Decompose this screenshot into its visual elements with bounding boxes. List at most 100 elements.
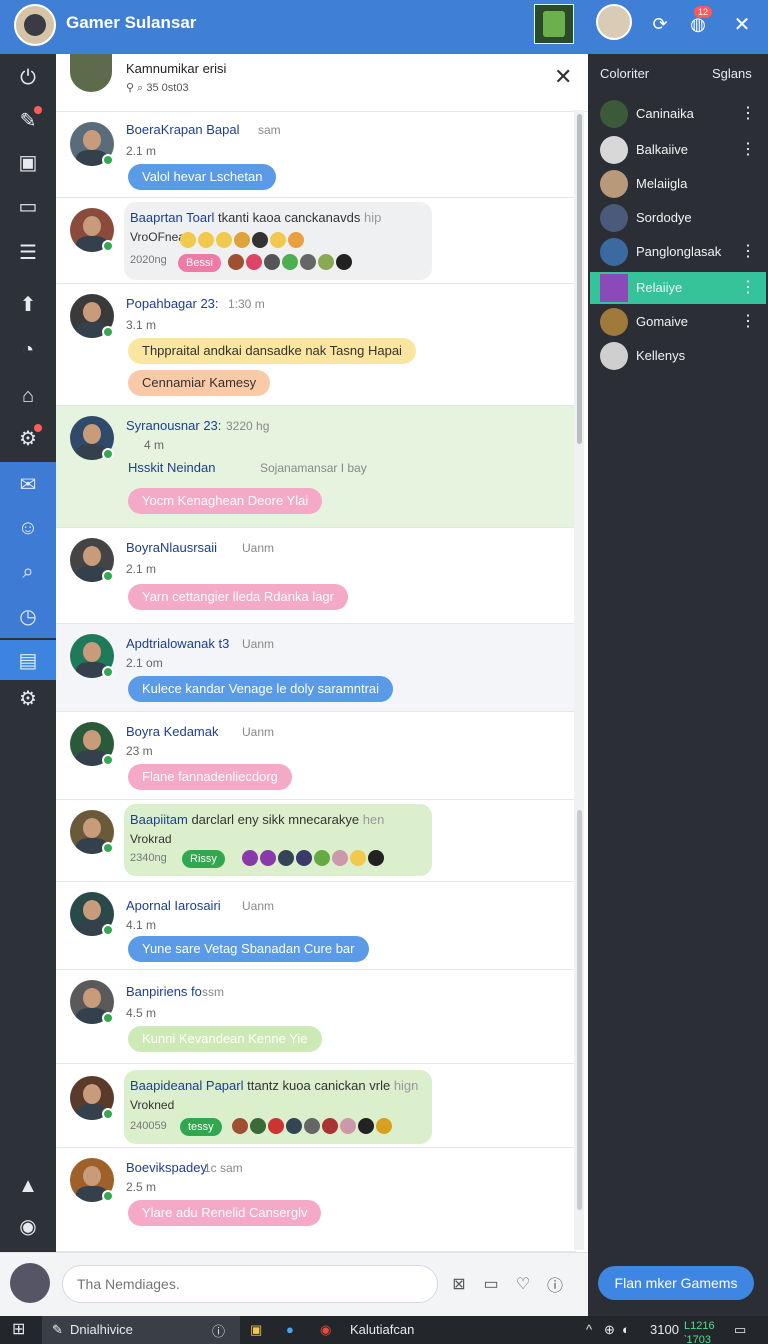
message-author: BoeraKrapan Bapal bbox=[126, 122, 240, 137]
online-badge bbox=[102, 754, 114, 766]
chevron-up-icon[interactable]: ^ bbox=[586, 1320, 592, 1340]
list-icon[interactable]: ☰ bbox=[0, 232, 56, 272]
message-pill[interactable]: Thppraital andkai dansadke nak Tasng Hap… bbox=[128, 338, 416, 364]
app-title: Gamer Sulansar bbox=[66, 13, 197, 32]
close-icon[interactable]: ✕ bbox=[728, 10, 756, 38]
list-item[interactable]: Baaprtan Toarl tkanti kaoa canckanavds h… bbox=[56, 198, 576, 284]
chat-avatar[interactable] bbox=[70, 54, 112, 92]
message-time: 1c sam bbox=[204, 1161, 243, 1175]
notification-dot bbox=[34, 424, 42, 432]
message-bubble[interactable]: Baaprtan Toarl tkanti kaoa canckanavds h… bbox=[124, 202, 432, 280]
message-pill[interactable]: Cennamiar Kamesy bbox=[128, 370, 271, 396]
game-tag[interactable]: tessy bbox=[180, 1118, 222, 1136]
game-tag[interactable]: Rissy bbox=[182, 850, 225, 868]
profile-icon[interactable]: ✎ bbox=[0, 100, 56, 140]
list-item[interactable]: Syranousnar 23: 3220 hg 4 m Hsskit Neind… bbox=[56, 406, 576, 528]
more-icon[interactable]: ⋮ bbox=[740, 139, 756, 159]
more-icon[interactable]: ⋮ bbox=[740, 241, 756, 261]
network-icon[interactable]: ⊕ bbox=[604, 1320, 615, 1340]
clock-icon[interactable]: ◔ bbox=[0, 330, 56, 370]
list-item[interactable]: BoyraNlausrsaii Uanm 2.1 m Yarn cettangi… bbox=[56, 528, 576, 624]
list-item[interactable]: Banpiriens fo ssm 4.5 m Kunni Kevandean … bbox=[56, 970, 576, 1064]
message-meta: 23 m bbox=[126, 744, 153, 758]
tab-sglans[interactable]: Sglans bbox=[712, 66, 752, 81]
bot-icon[interactable]: ☺ bbox=[0, 508, 56, 548]
message-input[interactable] bbox=[62, 1265, 438, 1303]
contact-item[interactable]: Caninaika ⋮ bbox=[590, 98, 766, 130]
game-tag[interactable]: Bessi bbox=[178, 254, 221, 272]
search-icon[interactable]: ⌕ bbox=[0, 552, 56, 592]
message-pill[interactable]: Kulece kandar Venage le doly saramntrai bbox=[128, 676, 394, 702]
message-pill[interactable]: Yarn cettangier lleda Rdanka lagr bbox=[128, 584, 348, 610]
list-item[interactable]: Boyra Kedamak Uanm 23 m Flane fannadenli… bbox=[56, 712, 576, 800]
list-item[interactable]: Popahbagar 23: 1:30 m 3.1 m Thppraital a… bbox=[56, 284, 576, 406]
taskbar-search[interactable]: ✎ Dnialhivice ⓘ bbox=[42, 1316, 240, 1344]
sync-icon[interactable]: ⟳ bbox=[646, 10, 674, 38]
upload-icon[interactable]: ⬆ bbox=[0, 284, 56, 324]
message-pill[interactable]: Flane fannadenliecdorg bbox=[128, 764, 292, 790]
more-icon[interactable]: ⋮ bbox=[740, 103, 756, 123]
start-icon[interactable]: ⊞ bbox=[12, 1320, 25, 1340]
contact-item[interactable]: Melaiigla bbox=[590, 168, 766, 200]
message-pill[interactable]: Ylare adu Renelid Canserglv bbox=[128, 1200, 322, 1226]
clock-line-b: ‵1703 bbox=[684, 1334, 711, 1344]
left-rail: ⏻ ✎ ▣ ▭ ☰ ⬆ ◔ ⌂ ⚙ ✉ ☺ ⌕ ◷ ▤ ⚙ ▲ ◉ bbox=[0, 54, 56, 1316]
cta-button[interactable]: Flan mker Gamems bbox=[598, 1266, 754, 1300]
chat-scrollbar[interactable] bbox=[574, 110, 584, 1250]
app-logo[interactable] bbox=[14, 4, 56, 46]
folder-icon[interactable]: ▣ bbox=[250, 1320, 262, 1340]
search-icon[interactable]: ⌕ bbox=[137, 82, 143, 94]
power-icon[interactable]: ⏻ bbox=[0, 58, 56, 98]
contact-item[interactable]: Gomaive ⋮ bbox=[590, 306, 766, 338]
monitor-icon[interactable]: ▭ bbox=[0, 186, 56, 226]
message-bubble[interactable]: Baapiitam darclarl eny sikk mnecarakye h… bbox=[124, 804, 432, 876]
list-item[interactable]: Boevikspadey 1c sam 2.5 m Ylare adu Rene… bbox=[56, 1148, 576, 1252]
home-icon[interactable]: ⌂ bbox=[0, 376, 56, 416]
game-thumbnail[interactable] bbox=[534, 4, 574, 44]
keyboard-icon[interactable]: ▭ bbox=[480, 1273, 502, 1295]
close-chat-icon[interactable]: ✕ bbox=[554, 64, 572, 90]
attach-icon[interactable]: ⊠ bbox=[448, 1273, 470, 1295]
bubble-sub: Vrokrad bbox=[130, 832, 172, 846]
list-item[interactable]: Baapideanal Paparl ttantz kuoa canickan … bbox=[56, 1064, 576, 1148]
contact-item-active[interactable]: Relaiiye ⋮ bbox=[590, 272, 766, 304]
list-item[interactable]: BoeraKrapan Bapal sam 2.1 m Valol hevar … bbox=[56, 112, 576, 198]
contact-item[interactable]: Kellenys bbox=[590, 340, 766, 372]
contact-item[interactable]: Sordodye bbox=[590, 202, 766, 234]
upload-small-icon[interactable]: ▲ bbox=[0, 1166, 56, 1206]
inbox-icon[interactable]: ▣ bbox=[0, 142, 56, 182]
more-icon[interactable]: ⋮ bbox=[740, 311, 756, 331]
more-icon[interactable]: ⋮ bbox=[740, 277, 756, 297]
history-icon[interactable]: ◷ bbox=[0, 596, 56, 636]
online-badge bbox=[102, 448, 114, 460]
list-item[interactable]: Baapiitam darclarl eny sikk mnecarakye h… bbox=[56, 800, 576, 882]
right-panel: Coloriter Sglans Caninaika ⋮ Balkaiive ⋮ M… bbox=[588, 54, 768, 1316]
heart-icon[interactable]: ♡ bbox=[512, 1273, 534, 1295]
gear-icon[interactable]: ⚙ bbox=[0, 678, 56, 718]
message-time: sam bbox=[258, 123, 281, 137]
settings-icon[interactable]: ⚙ bbox=[0, 418, 56, 458]
volume-icon[interactable]: ◐ bbox=[622, 1320, 630, 1340]
list-item[interactable]: Apornal Iarosairi Uanm 4.1 m Yune sare V… bbox=[56, 882, 576, 970]
message-time: Uanm bbox=[242, 725, 275, 739]
mail-icon[interactable]: ✉ bbox=[0, 464, 56, 504]
composer-avatar[interactable] bbox=[10, 1263, 50, 1303]
taskbar-app-label[interactable]: Kalutiafcan bbox=[350, 1320, 414, 1340]
chrome-icon[interactable]: ◉ bbox=[320, 1320, 331, 1340]
message-pill[interactable]: Kunni Kevandean Kenne Yie bbox=[128, 1026, 322, 1052]
message-bubble[interactable]: Baapideanal Paparl ttantz kuoa canickan … bbox=[124, 1070, 432, 1144]
contact-item[interactable]: Panglonglasak ⋮ bbox=[590, 236, 766, 268]
message-pill[interactable]: Valol hevar Lschetan bbox=[128, 164, 277, 190]
info-icon[interactable]: ⓘ bbox=[212, 1321, 225, 1340]
notifications-center-icon[interactable]: ▭ bbox=[734, 1320, 746, 1340]
edge-icon[interactable]: ● bbox=[286, 1320, 294, 1340]
user-avatar[interactable] bbox=[596, 4, 632, 40]
tab-coloriter[interactable]: Coloriter bbox=[600, 66, 649, 81]
info-icon[interactable]: ⓘ bbox=[544, 1273, 566, 1295]
folder-icon[interactable]: ▤ bbox=[0, 640, 56, 680]
location-icon[interactable]: ◉ bbox=[0, 1206, 56, 1246]
list-item[interactable]: Apdtrialowanak t3 Uanm 2.1 om Kulece kan… bbox=[56, 624, 576, 712]
message-pill[interactable]: Yocm Kenaghean Deore Ylai bbox=[128, 488, 323, 514]
contact-item[interactable]: Balkaiive ⋮ bbox=[590, 134, 766, 166]
message-pill[interactable]: Yune sare Vetag Sbanadan Cure bar bbox=[128, 936, 369, 962]
